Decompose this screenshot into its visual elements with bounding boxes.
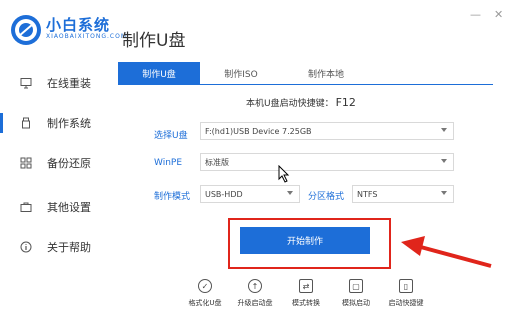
usb-select-label: 选择U盘 (154, 131, 188, 141)
briefcase-icon (20, 201, 32, 213)
chevron-down-icon (441, 191, 447, 195)
tool-boot-hotkey[interactable]: ▯ 启动快捷键 (381, 279, 431, 308)
tool-simulate-boot[interactable]: ▢ 模拟启动 (331, 279, 381, 308)
mode-label: 制作模式 (154, 192, 191, 202)
usb-icon (20, 117, 32, 129)
tab-make-usb[interactable]: 制作U盘 (118, 62, 200, 84)
app-window: 小白系统 XIAOBAIXITONG.COM 制作U盘 — ✕ 在线重装 制作系… (0, 0, 514, 326)
sidebar-item-label: 其他设置 (47, 201, 91, 214)
monitor-icon (20, 77, 32, 89)
minimize-button[interactable]: — (470, 8, 481, 21)
hotkey-key: F12 (335, 96, 356, 109)
usb-device-value: F:(hd1)USB Device 7.25GB (205, 126, 312, 136)
tool-label: 模拟启动 (342, 299, 370, 307)
convert-icon: ⇄ (299, 279, 313, 293)
check-circle-icon: ✓ (198, 279, 212, 293)
hotkey-label: 本机U盘启动快捷键： (246, 99, 334, 109)
sidebar-item-label: 备份还原 (47, 157, 91, 170)
chevron-down-icon (441, 128, 447, 132)
info-icon (20, 241, 32, 253)
tool-label: 启动快捷键 (388, 299, 424, 307)
winpe-select[interactable]: 标准版 (200, 153, 454, 171)
mouse-cursor-icon (278, 165, 290, 183)
sidebar-item-about-help[interactable]: 关于帮助 (0, 232, 112, 262)
title-bar: 小白系统 XIAOBAIXITONG.COM 制作U盘 — ✕ (0, 0, 514, 60)
filesystem-select[interactable]: NTFS (352, 185, 454, 203)
tab-bar: 制作U盘 制作ISO 制作本地 (118, 62, 493, 85)
mouse-icon: ▯ (399, 279, 413, 293)
tool-upgrade-boot[interactable]: ↑ 升级启动盘 (230, 279, 280, 308)
sidebar-item-label: 关于帮助 (47, 241, 91, 254)
sidebar-item-backup-restore[interactable]: 备份还原 (0, 148, 112, 178)
chevron-down-icon (441, 159, 447, 163)
brand-name: 小白系统 (46, 16, 111, 34)
sidebar-item-make-system[interactable]: 制作系统 (0, 108, 112, 138)
winpe-value: 标准版 (205, 157, 229, 167)
sidebar-item-label: 在线重装 (47, 77, 91, 90)
sidebar-item-label: 制作系统 (47, 117, 91, 130)
red-arrow-icon (401, 236, 492, 268)
hotkey-info: 本机U盘启动快捷键： F12 (246, 96, 356, 109)
filesystem-value: NTFS (357, 189, 378, 199)
page-title: 制作U盘 (122, 31, 186, 51)
usb-device-select[interactable]: F:(hd1)USB Device 7.25GB (200, 122, 454, 140)
mode-select[interactable]: USB-HDD (200, 185, 300, 203)
sidebar-item-online-reinstall[interactable]: 在线重装 (0, 68, 112, 98)
winpe-label: WinPE (154, 158, 183, 168)
sidebar-item-other-settings[interactable]: 其他设置 (0, 192, 112, 222)
upload-icon: ↑ (248, 279, 262, 293)
tool-label: 模式转换 (292, 299, 320, 307)
simulate-icon: ▢ (349, 279, 363, 293)
filesystem-label: 分区格式 (308, 192, 345, 202)
active-indicator (0, 113, 3, 133)
tool-label: 格式化U盘 (188, 299, 222, 307)
start-make-button[interactable]: 开始制作 (240, 227, 370, 254)
sidebar: 在线重装 制作系统 备份还原 其他设置 关于帮助 (0, 62, 112, 326)
tool-format-usb[interactable]: ✓ 格式化U盘 (180, 279, 230, 308)
tab-make-iso[interactable]: 制作ISO (200, 62, 282, 84)
tool-label: 升级启动盘 (237, 299, 273, 307)
tool-mode-convert[interactable]: ⇄ 模式转换 (281, 279, 331, 308)
backup-icon (20, 157, 32, 169)
tab-make-local[interactable]: 制作本地 (282, 62, 370, 84)
chevron-down-icon (287, 191, 293, 195)
brand-subtitle: XIAOBAIXITONG.COM (46, 33, 127, 40)
mode-value: USB-HDD (205, 189, 243, 199)
close-button[interactable]: ✕ (494, 8, 503, 21)
logo-icon (11, 15, 41, 45)
